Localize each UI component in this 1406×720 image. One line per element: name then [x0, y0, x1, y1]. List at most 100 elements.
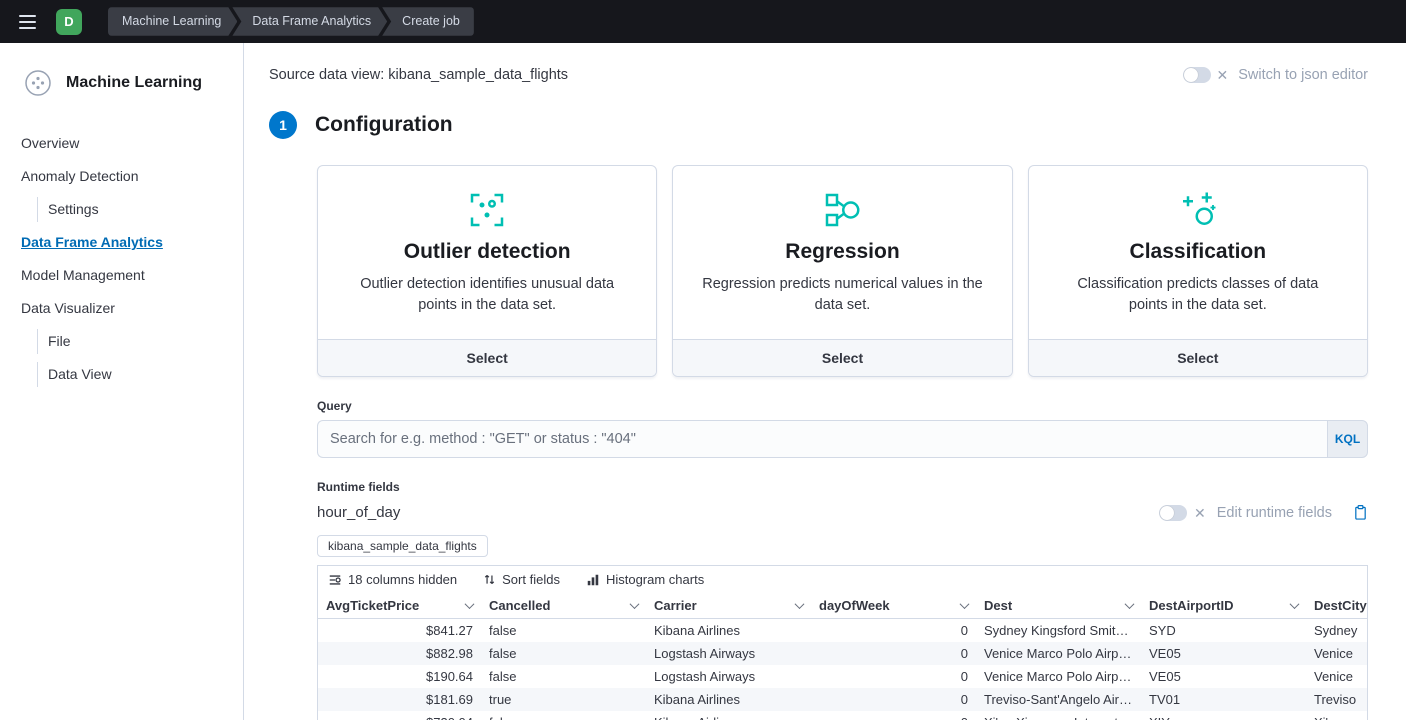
job-type-cards: Outlier detection Outlier detection iden…: [317, 165, 1368, 377]
regression-icon: [822, 190, 862, 230]
cell[interactable]: Kibana Airlines: [646, 711, 811, 720]
edit-runtime-fields-toggle[interactable]: [1159, 505, 1187, 521]
edit-runtime-fields-label: Edit runtime fields: [1217, 505, 1332, 521]
cell[interactable]: Sydney: [1306, 619, 1368, 643]
cell[interactable]: Sydney Kingsford Smith I...: [976, 619, 1141, 643]
column-header-dayofweek[interactable]: dayOfWeek: [811, 593, 976, 619]
histogram-icon: [586, 573, 600, 587]
chevron-down-icon[interactable]: [630, 599, 640, 609]
cell[interactable]: Venice Marco Polo Airport: [976, 665, 1141, 688]
card-description: Classification predicts classes of data …: [1057, 274, 1339, 316]
sidebar-item-settings[interactable]: Settings: [37, 197, 243, 222]
cell[interactable]: Treviso-Sant'Angelo Airport: [976, 688, 1141, 711]
table-row: $841.27 false Kibana Airlines 0 Sydney K…: [318, 619, 1368, 643]
classification-icon: [1178, 190, 1218, 230]
close-icon: ✕: [1217, 68, 1229, 82]
column-header-dest[interactable]: Dest: [976, 593, 1141, 619]
card-title: Regression: [673, 240, 1011, 264]
sidebar-item-data-view[interactable]: Data View: [37, 362, 243, 387]
cell[interactable]: Logstash Airways: [646, 642, 811, 665]
breadcrumb-data-frame-analytics[interactable]: Data Frame Analytics: [232, 7, 387, 36]
cell[interactable]: true: [481, 688, 646, 711]
sidebar-item-overview[interactable]: Overview: [21, 131, 243, 156]
machine-learning-logo-icon: [24, 69, 52, 97]
select-outlier-detection-button[interactable]: Select: [318, 339, 656, 376]
cell[interactable]: false: [481, 665, 646, 688]
kql-button[interactable]: KQL: [1327, 420, 1368, 458]
sidebar-item-model-management[interactable]: Model Management: [21, 263, 243, 288]
cell[interactable]: 0: [811, 665, 976, 688]
json-editor-switch[interactable]: ✕ Switch to json editor: [1183, 67, 1369, 83]
column-header-destairportid[interactable]: DestAirportID: [1141, 593, 1306, 619]
data-grid-toolbar: 18 columns hidden Sort fields Histogram …: [318, 566, 1367, 593]
top-bar: D Machine Learning Data Frame Analytics …: [0, 0, 1406, 43]
cell[interactable]: $841.27: [318, 619, 481, 643]
cell[interactable]: $190.64: [318, 665, 481, 688]
cell[interactable]: Venice: [1306, 642, 1368, 665]
copy-icon[interactable]: [1353, 504, 1368, 521]
cell[interactable]: Kibana Airlines: [646, 688, 811, 711]
chevron-down-icon[interactable]: [795, 599, 805, 609]
cell[interactable]: Xi'an: [1306, 711, 1368, 720]
column-header-destcityname[interactable]: DestCityName: [1306, 593, 1368, 619]
cell[interactable]: XIY: [1141, 711, 1306, 720]
columns-icon: [328, 573, 342, 587]
step-title: Configuration: [315, 113, 453, 137]
cell[interactable]: SYD: [1141, 619, 1306, 643]
sidebar: Machine Learning Overview Anomaly Detect…: [0, 43, 244, 720]
sidebar-item-data-visualizer[interactable]: Data Visualizer: [21, 296, 243, 321]
sidebar-title: Machine Learning: [66, 74, 202, 92]
table-row: $190.64 false Logstash Airways 0 Venice …: [318, 665, 1368, 688]
menu-icon[interactable]: [12, 7, 42, 37]
cell[interactable]: $882.98: [318, 642, 481, 665]
sort-fields-button[interactable]: Sort fields: [483, 572, 560, 587]
columns-hidden-button[interactable]: 18 columns hidden: [328, 572, 457, 587]
cell[interactable]: 0: [811, 642, 976, 665]
table-header-row: AvgTicketPrice Cancelled Carrier dayOfWe…: [318, 593, 1368, 619]
column-header-avgticketprice[interactable]: AvgTicketPrice: [318, 593, 481, 619]
cell[interactable]: $181.69: [318, 688, 481, 711]
cell[interactable]: VE05: [1141, 665, 1306, 688]
cell[interactable]: 0: [811, 711, 976, 720]
cell[interactable]: VE05: [1141, 642, 1306, 665]
breadcrumb-machine-learning[interactable]: Machine Learning: [108, 7, 237, 36]
cell[interactable]: Venice Marco Polo Airport: [976, 642, 1141, 665]
cell[interactable]: Logstash Airways: [646, 665, 811, 688]
chevron-down-icon[interactable]: [1125, 599, 1135, 609]
card-regression: Regression Regression predicts numerical…: [672, 165, 1012, 377]
chevron-down-icon[interactable]: [1290, 599, 1300, 609]
sidebar-item-data-frame-analytics[interactable]: Data Frame Analytics: [21, 230, 243, 255]
cell[interactable]: false: [481, 642, 646, 665]
cell[interactable]: Xi'an Xianyang Internatio...: [976, 711, 1141, 720]
chevron-down-icon[interactable]: [960, 599, 970, 609]
sidebar-item-file[interactable]: File: [37, 329, 243, 354]
sidebar-item-anomaly-detection[interactable]: Anomaly Detection: [21, 164, 243, 189]
select-regression-button[interactable]: Select: [673, 339, 1011, 376]
card-description: Regression predicts numerical values in …: [701, 274, 983, 316]
cell[interactable]: Kibana Airlines: [646, 619, 811, 643]
runtime-field-name: hour_of_day: [317, 504, 400, 521]
cell[interactable]: 0: [811, 688, 976, 711]
cell[interactable]: false: [481, 619, 646, 643]
sidebar-nav: Overview Anomaly Detection Settings Data…: [0, 131, 243, 395]
column-header-carrier[interactable]: Carrier: [646, 593, 811, 619]
cell[interactable]: Venice: [1306, 665, 1368, 688]
histogram-charts-button[interactable]: Histogram charts: [586, 572, 704, 587]
cell[interactable]: TV01: [1141, 688, 1306, 711]
main-content: Source data view: kibana_sample_data_fli…: [245, 43, 1406, 720]
cell[interactable]: Treviso: [1306, 688, 1368, 711]
column-header-cancelled[interactable]: Cancelled: [481, 593, 646, 619]
flights-preview-table: AvgTicketPrice Cancelled Carrier dayOfWe…: [318, 593, 1368, 720]
breadcrumb: Machine Learning Data Frame Analytics Cr…: [108, 7, 474, 36]
space-avatar[interactable]: D: [56, 9, 82, 35]
select-classification-button[interactable]: Select: [1029, 339, 1367, 376]
card-classification: Classification Classification predicts c…: [1028, 165, 1368, 377]
query-search-input[interactable]: [317, 420, 1327, 458]
json-editor-toggle[interactable]: [1183, 67, 1211, 83]
cell[interactable]: $730.04: [318, 711, 481, 720]
cell[interactable]: 0: [811, 619, 976, 643]
query-label: Query: [317, 399, 1368, 413]
index-badge: kibana_sample_data_flights: [317, 535, 488, 557]
chevron-down-icon[interactable]: [465, 599, 475, 609]
cell[interactable]: false: [481, 711, 646, 720]
